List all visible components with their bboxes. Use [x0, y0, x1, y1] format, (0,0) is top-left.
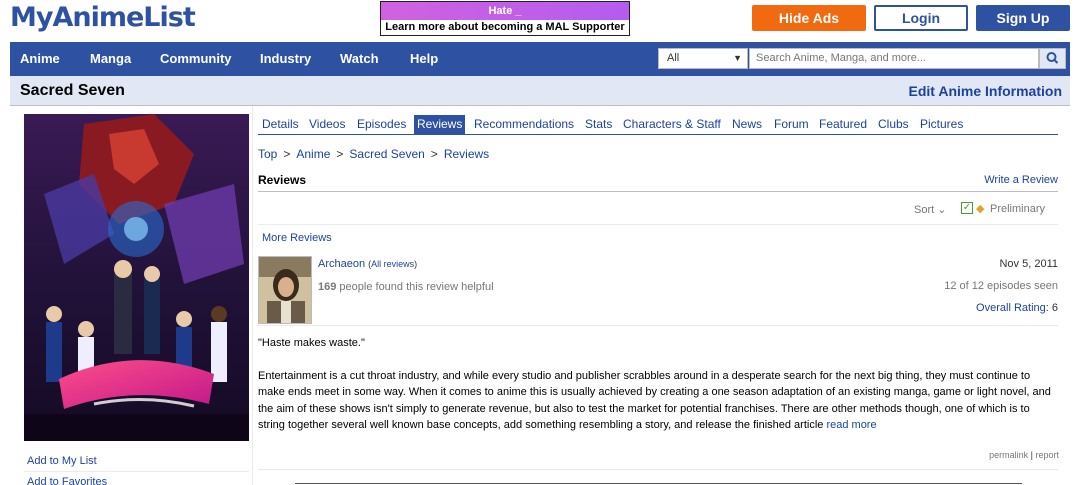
- supporter-banner[interactable]: Hate _ Learn more about becoming a MAL S…: [380, 1, 630, 36]
- tag-icon: ◆: [976, 203, 985, 215]
- review-text-block: Entertainment is a cut throat industry, …: [258, 368, 1058, 434]
- review-footer: permalink | report: [989, 450, 1059, 460]
- preliminary-checkbox[interactable]: ✓: [961, 202, 973, 214]
- sort-dropdown[interactable]: Sort ⌄: [914, 203, 946, 216]
- edit-anime-link[interactable]: Edit Anime Information: [909, 83, 1062, 99]
- reviews-title: Reviews: [258, 173, 307, 187]
- banner-title: Hate _: [381, 2, 629, 20]
- breadcrumb-top[interactable]: Top: [258, 147, 277, 161]
- footer-separator: |: [1030, 450, 1033, 460]
- reviews-header: Reviews Write a Review: [258, 172, 1058, 192]
- episodes-seen: 12 of 12 episodes seen: [944, 280, 1058, 292]
- review-body: "Haste makes waste." Entertainment is a …: [258, 335, 1058, 450]
- signup-button[interactable]: Sign Up: [976, 5, 1070, 31]
- tab-recommendations[interactable]: Recommendations: [471, 115, 577, 134]
- divider: [258, 469, 1058, 470]
- nav-industry[interactable]: Industry: [260, 42, 311, 76]
- tab-news[interactable]: News: [729, 115, 765, 134]
- reviewer-name[interactable]: Archaeon: [318, 258, 365, 270]
- tab-forum[interactable]: Forum: [771, 115, 812, 134]
- tab-details[interactable]: Details: [259, 115, 302, 134]
- nav-help[interactable]: Help: [410, 42, 438, 76]
- main-nav: Anime Manga Community Industry Watch Hel…: [10, 42, 1070, 76]
- report-link[interactable]: report: [1035, 450, 1059, 460]
- tab-characters-staff[interactable]: Characters & Staff: [620, 115, 724, 134]
- tab-reviews[interactable]: Reviews: [414, 115, 466, 134]
- review-header: Archaeon (All reviews) 169 people found …: [258, 252, 1058, 326]
- tab-stats[interactable]: Stats: [582, 115, 615, 134]
- banner-text: Learn more about becoming a MAL Supporte…: [381, 20, 629, 35]
- site-logo[interactable]: MyAnimeList: [10, 2, 196, 33]
- breadcrumb-separator: >: [283, 147, 291, 161]
- tab-episodes[interactable]: Episodes: [354, 115, 409, 134]
- reviewer-avatar[interactable]: [258, 256, 312, 324]
- poster-art-icon: [24, 114, 249, 441]
- nav-community[interactable]: Community: [160, 42, 232, 76]
- chevron-down-icon: ▼: [733, 53, 742, 63]
- overall-rating: Overall Rating: 6: [976, 302, 1058, 314]
- add-to-favorites-link[interactable]: Add to Favorites: [27, 476, 107, 485]
- breadcrumb-title[interactable]: Sacred Seven: [349, 147, 424, 161]
- hide-ads-button[interactable]: Hide Ads: [752, 5, 866, 31]
- more-reviews-link[interactable]: More Reviews: [262, 232, 332, 244]
- all-reviews-wrapper: (All reviews): [368, 259, 418, 269]
- breadcrumb-separator: >: [336, 147, 344, 161]
- breadcrumb-anime[interactable]: Anime: [296, 147, 330, 161]
- search-icon: [1046, 52, 1059, 64]
- sort-label: Sort: [914, 204, 935, 216]
- review-text: Entertainment is a cut throat industry, …: [258, 369, 1051, 432]
- permalink-link[interactable]: permalink: [989, 450, 1028, 460]
- tab-videos[interactable]: Videos: [306, 115, 348, 134]
- review-quote: "Haste makes waste.": [258, 337, 365, 349]
- title-bar: Sacred Seven Edit Anime Information: [10, 76, 1070, 106]
- search-button[interactable]: [1039, 48, 1066, 69]
- read-more-link[interactable]: read more: [826, 419, 876, 431]
- divider: [24, 471, 249, 472]
- review-date: Nov 5, 2011: [999, 258, 1058, 270]
- tab-clubs[interactable]: Clubs: [875, 115, 912, 134]
- breadcrumb-reviews[interactable]: Reviews: [444, 147, 489, 161]
- preliminary-label: Preliminary: [990, 203, 1046, 215]
- helpful-count: 169 people found this review helpful: [318, 281, 494, 293]
- page-title: Sacred Seven: [20, 82, 125, 99]
- tab-featured[interactable]: Featured: [816, 115, 870, 134]
- search-category-select[interactable]: All ▼: [658, 48, 748, 69]
- write-review-link[interactable]: Write a Review: [984, 174, 1058, 186]
- nav-anime[interactable]: Anime: [20, 42, 60, 76]
- overall-rating-value: 6: [1051, 302, 1058, 314]
- overall-rating-label[interactable]: Overall Rating: [976, 302, 1046, 314]
- breadcrumb: Top > Anime > Sacred Seven > Reviews: [258, 147, 489, 161]
- helpful-number: 169: [318, 281, 337, 293]
- nav-manga[interactable]: Manga: [90, 42, 131, 76]
- helpful-text: people found this review helpful: [339, 281, 494, 293]
- reviewer-name-row: Archaeon (All reviews): [318, 258, 417, 270]
- nav-watch[interactable]: Watch: [340, 42, 379, 76]
- sort-bar: Sort ⌄ ✓ ◆ Preliminary: [258, 197, 1058, 225]
- login-button[interactable]: Login: [874, 5, 968, 31]
- breadcrumb-separator: >: [430, 147, 438, 161]
- left-sidebar: Add to My List Add to Favorites: [10, 106, 253, 485]
- anime-tabs: Details Videos Episodes Reviews Recommen…: [258, 113, 1058, 135]
- avatar-image-icon: [259, 257, 311, 323]
- divider: [295, 483, 1022, 484]
- anime-poster[interactable]: [24, 114, 249, 441]
- chevron-down-icon: ⌄: [937, 204, 947, 216]
- search-category-value: All: [667, 52, 680, 64]
- tab-pictures[interactable]: Pictures: [917, 115, 966, 134]
- search-input[interactable]: Search Anime, Manga, and more...: [749, 48, 1039, 69]
- add-to-list-link[interactable]: Add to My List: [27, 455, 97, 467]
- all-reviews-link[interactable]: All reviews: [371, 259, 414, 269]
